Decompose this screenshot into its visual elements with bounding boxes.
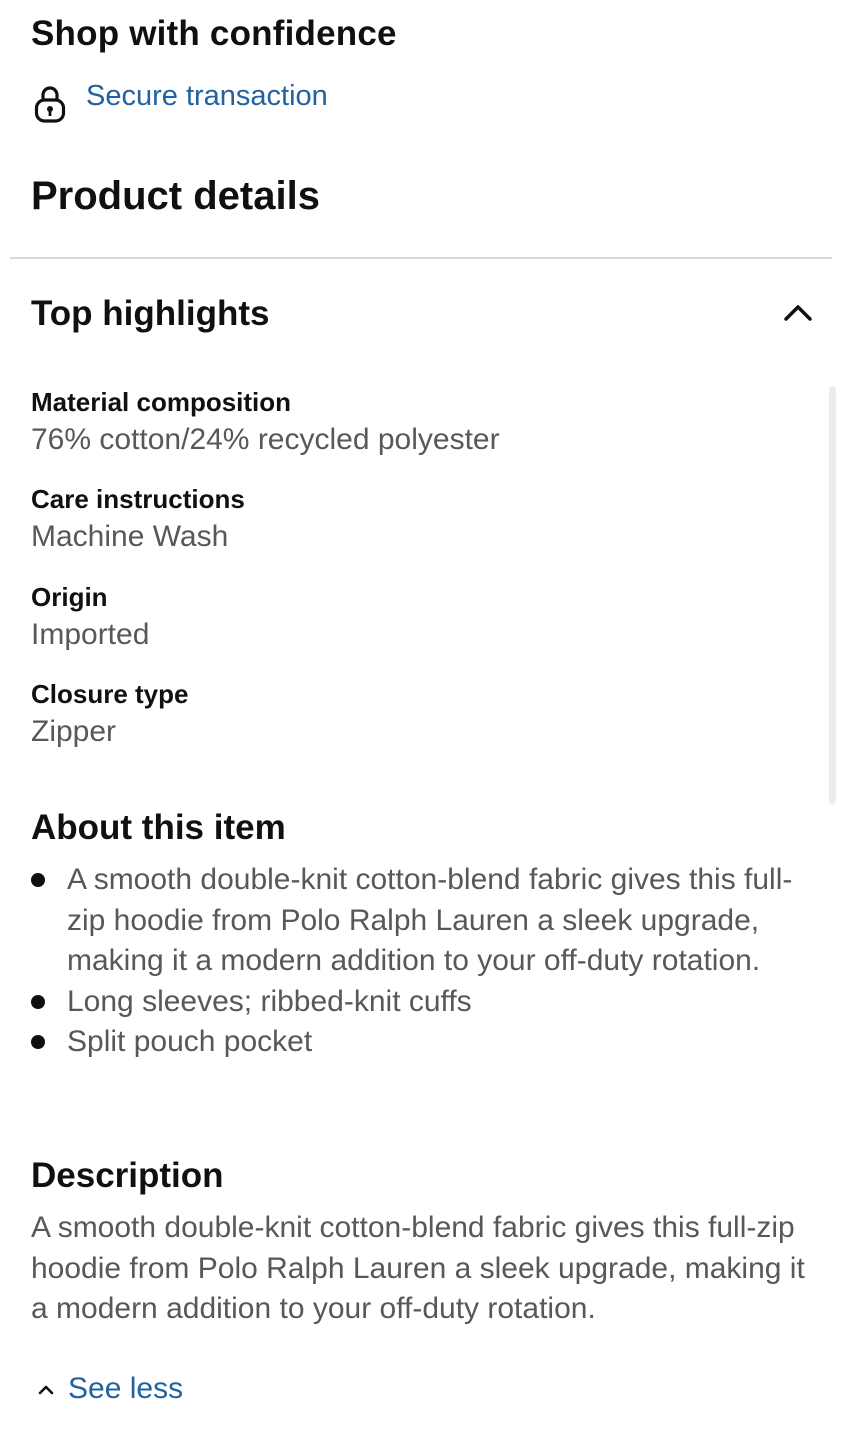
see-less-link[interactable]: See less [36, 1372, 183, 1406]
highlight-label-care: Care instructions [31, 484, 245, 514]
bullet-dot-icon [31, 873, 45, 887]
description-text: A smooth double-knit cotton-blend fabric… [31, 1211, 805, 1325]
chevron-up-icon [38, 1385, 54, 1395]
top-highlights-heading[interactable]: Top highlights [31, 294, 269, 334]
about-bullet-text: Long sleeves; ribbed-knit cuffs [67, 984, 472, 1018]
highlight-label-origin: Origin [31, 582, 108, 612]
about-bullet-list: A smooth double-knit cotton-blend fabric… [31, 860, 811, 1063]
about-bullet-item: Long sleeves; ribbed-knit cuffs [31, 982, 811, 1023]
about-bullet-item: Split pouch pocket [31, 1022, 811, 1063]
collapse-top-highlights-button[interactable] [776, 292, 820, 332]
bullet-dot-icon [31, 1035, 45, 1049]
secure-transaction-link[interactable]: Secure transaction [86, 80, 328, 113]
highlight-value-closure: Zipper [31, 715, 117, 748]
highlight-label-closure: Closure type [31, 679, 189, 709]
bullet-dot-icon [31, 994, 45, 1009]
lock-icon [34, 86, 66, 123]
chevron-up-icon [784, 305, 812, 321]
highlight-value-material: 76% cotton/24% recycled polyester [31, 423, 500, 456]
product-details-heading: Product details [31, 174, 320, 218]
shop-with-confidence-heading: Shop with confidence [31, 14, 397, 53]
highlights-scrollbar[interactable] [829, 386, 836, 804]
section-divider [10, 257, 832, 259]
highlight-label-material: Material composition [31, 387, 292, 417]
description-heading: Description [31, 1156, 224, 1195]
highlight-value-origin: Imported [31, 618, 150, 651]
highlight-value-care: Machine Wash [31, 520, 229, 553]
about-bullet-text: A smooth double-knit cotton-blend fabric… [67, 863, 793, 977]
about-bullet-text: Split pouch pocket [67, 1025, 313, 1058]
about-this-item-heading: About this item [31, 808, 286, 847]
see-less-label: See less [68, 1372, 184, 1405]
about-bullet-item: A smooth double-knit cotton-blend fabric… [31, 860, 811, 982]
